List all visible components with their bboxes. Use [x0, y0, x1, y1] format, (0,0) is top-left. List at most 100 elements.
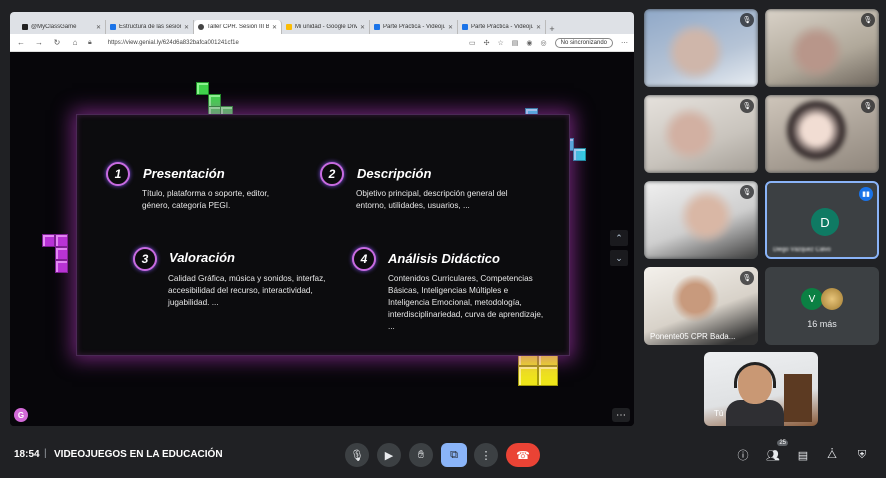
headset-icon	[734, 362, 776, 388]
shared-screen: @MyClassGame ✕ Estructura de las sesiones…	[10, 12, 634, 426]
meeting-controls-bar: 18:54 | VIDEOJUEGOS EN LA EDUCACIÓN 🎙︎ ▶…	[0, 432, 886, 478]
browser-toolbar: ← → ↻ ⌂ 🔒︎ https://view.genial.ly/624d6a…	[10, 34, 634, 52]
people-count-badge: 25	[777, 440, 788, 446]
forward-arrow-icon[interactable]: →	[34, 38, 44, 47]
camera-icon: ▶	[384, 449, 394, 462]
participant-tile[interactable]: 🎙︎	[644, 181, 758, 259]
item-title-valoracion: Valoración	[169, 250, 235, 265]
participant-tile[interactable]: 🎙︎	[644, 95, 758, 173]
favorite-star-icon[interactable]: ☆	[498, 39, 504, 47]
activities-icon: ⧊	[827, 448, 837, 461]
tab-label: Taller CPR. Sesión III BADA	[207, 24, 269, 30]
item-description-analisis-didactico: Contenidos Curriculares, Competencias Bá…	[388, 274, 544, 331]
mic-off-icon: 🎙︎	[740, 13, 754, 27]
info-icon: ⓘ	[737, 450, 749, 462]
more-options-icon[interactable]: ⋯	[612, 408, 630, 422]
content-panel: 1 Presentación Título, plataforma o sopo…	[76, 114, 570, 356]
profile-icon[interactable]: ◎	[541, 39, 547, 47]
menu-dots-icon[interactable]: ⋯	[621, 39, 628, 47]
avatar: V	[801, 288, 823, 310]
microphone-button[interactable]: 🎙︎	[345, 443, 369, 467]
item-description-presentacion: Título, plataforma o soporte, editor, gé…	[142, 189, 269, 210]
close-tab-icon[interactable]: ✕	[536, 24, 541, 31]
people-icon: 👥︎	[766, 449, 780, 462]
chat-button[interactable]: ▤	[794, 446, 812, 464]
vertical-dots-icon: ⋮	[480, 449, 492, 462]
address-bar[interactable]: https://view.genial.ly/624d6a832bafca001…	[100, 37, 461, 49]
browser-tab[interactable]: Estructura de las sesiones✕	[106, 20, 194, 34]
people-button[interactable]: 👥︎ 25	[764, 440, 788, 464]
genially-icon	[198, 24, 204, 30]
number-badge-2: 2	[320, 162, 344, 186]
browser-tab[interactable]: Parte Práctica - Videojue ✕	[370, 20, 458, 34]
participant-tile[interactable]: 🎙︎ Ponente05 CPR Bada...	[644, 267, 758, 345]
tab-label: Mi unidad - Google Drive	[295, 24, 357, 30]
genially-logo[interactable]: G	[14, 408, 28, 422]
mic-off-icon: 🎙︎	[740, 99, 754, 113]
drive-icon	[286, 24, 292, 30]
sync-icon[interactable]: ◉	[526, 39, 532, 47]
participant-tile[interactable]: 🎙︎	[765, 95, 879, 173]
participant-name: Diego Vázquez Calvo	[773, 247, 831, 253]
close-tab-icon[interactable]: ✕	[360, 24, 365, 31]
close-tab-icon[interactable]: ✕	[272, 24, 277, 31]
close-tab-icon[interactable]: ✕	[96, 24, 101, 31]
participant-tile-speaking[interactable]: D ▮▮ Diego Vázquez Calvo	[765, 181, 879, 259]
browser-tab[interactable]: Mi unidad - Google Drive ✕	[282, 20, 370, 34]
myclassgame-icon	[22, 24, 28, 30]
number-badge-1: 1	[106, 162, 130, 186]
meeting-details-button[interactable]: ⓘ	[734, 446, 752, 464]
home-icon[interactable]: ⌂	[70, 38, 80, 47]
participant-tile[interactable]: 🎙︎	[644, 9, 758, 87]
speaking-indicator-icon: ▮▮	[859, 187, 873, 201]
hand-icon: ✋︎	[417, 448, 425, 461]
camera-button[interactable]: ▶	[377, 443, 401, 467]
docs-icon	[462, 24, 468, 30]
more-participants-tile[interactable]: V 16 más	[765, 267, 879, 345]
tab-label: Parte Práctica - Videojue	[383, 24, 445, 30]
present-now-button[interactable]: ⧉	[441, 443, 467, 467]
avatar: D	[811, 208, 839, 236]
chat-icon: ▤	[797, 449, 809, 462]
phone-hangup-icon: ☎︎	[516, 449, 530, 462]
more-options-button[interactable]: ⋮	[474, 443, 498, 467]
participant-tile[interactable]: 🎙︎	[765, 9, 879, 87]
self-view-tile[interactable]: Tú	[704, 352, 818, 426]
meet-window: @MyClassGame ✕ Estructura de las sesiones…	[0, 0, 886, 478]
microphone-icon: 🎙︎	[350, 449, 364, 462]
docs-icon	[110, 24, 116, 30]
self-label: Tú	[714, 409, 724, 418]
tab-label: Parte Práctica - Videojue	[471, 24, 533, 30]
back-arrow-icon[interactable]: ←	[16, 38, 26, 47]
activities-button[interactable]: ⧊	[823, 446, 841, 464]
leave-call-button[interactable]: ☎︎	[506, 443, 540, 467]
docs-icon	[374, 24, 380, 30]
more-participants-label: 16 más	[807, 319, 837, 329]
browser-titlebar	[10, 12, 634, 20]
background-shelf	[784, 374, 812, 422]
genially-slide: 1 Presentación Título, plataforma o sopo…	[10, 52, 634, 426]
meeting-title: VIDEOJUEGOS EN LA EDUCACIÓN	[54, 449, 223, 460]
avatar	[821, 288, 843, 310]
mic-off-icon: 🎙︎	[861, 13, 875, 27]
collections-icon[interactable]: ▤	[512, 39, 519, 47]
host-controls-button[interactable]: ⛨	[853, 446, 871, 464]
browser-tab[interactable]: Parte Práctica - Videojue ✕	[458, 20, 546, 34]
chevron-down-icon[interactable]: ⌄	[610, 250, 628, 266]
reload-icon[interactable]: ↻	[52, 38, 62, 47]
extension-icon[interactable]: ✣	[484, 39, 490, 47]
close-tab-icon[interactable]: ✕	[448, 24, 453, 31]
close-tab-icon[interactable]: ✕	[184, 24, 189, 31]
number-badge-3: 3	[133, 247, 157, 271]
participant-name: Ponente05 CPR Bada...	[650, 332, 736, 341]
browser-tab[interactable]: @MyClassGame ✕	[18, 20, 106, 34]
browser-tab-active[interactable]: Taller CPR. Sesión III BADA✕	[194, 20, 282, 34]
shield-lock-icon: ⛨	[857, 448, 867, 461]
raise-hand-button[interactable]: ✋︎	[409, 443, 433, 467]
chevron-up-icon[interactable]: ⌃	[610, 230, 628, 246]
present-screen-icon: ⧉	[450, 448, 458, 461]
new-tab-icon[interactable]: +	[546, 24, 558, 34]
sync-status-button[interactable]: No sincronizando	[554, 37, 613, 48]
reading-view-icon[interactable]: ▭	[469, 39, 476, 47]
mic-off-icon: 🎙︎	[740, 185, 754, 199]
